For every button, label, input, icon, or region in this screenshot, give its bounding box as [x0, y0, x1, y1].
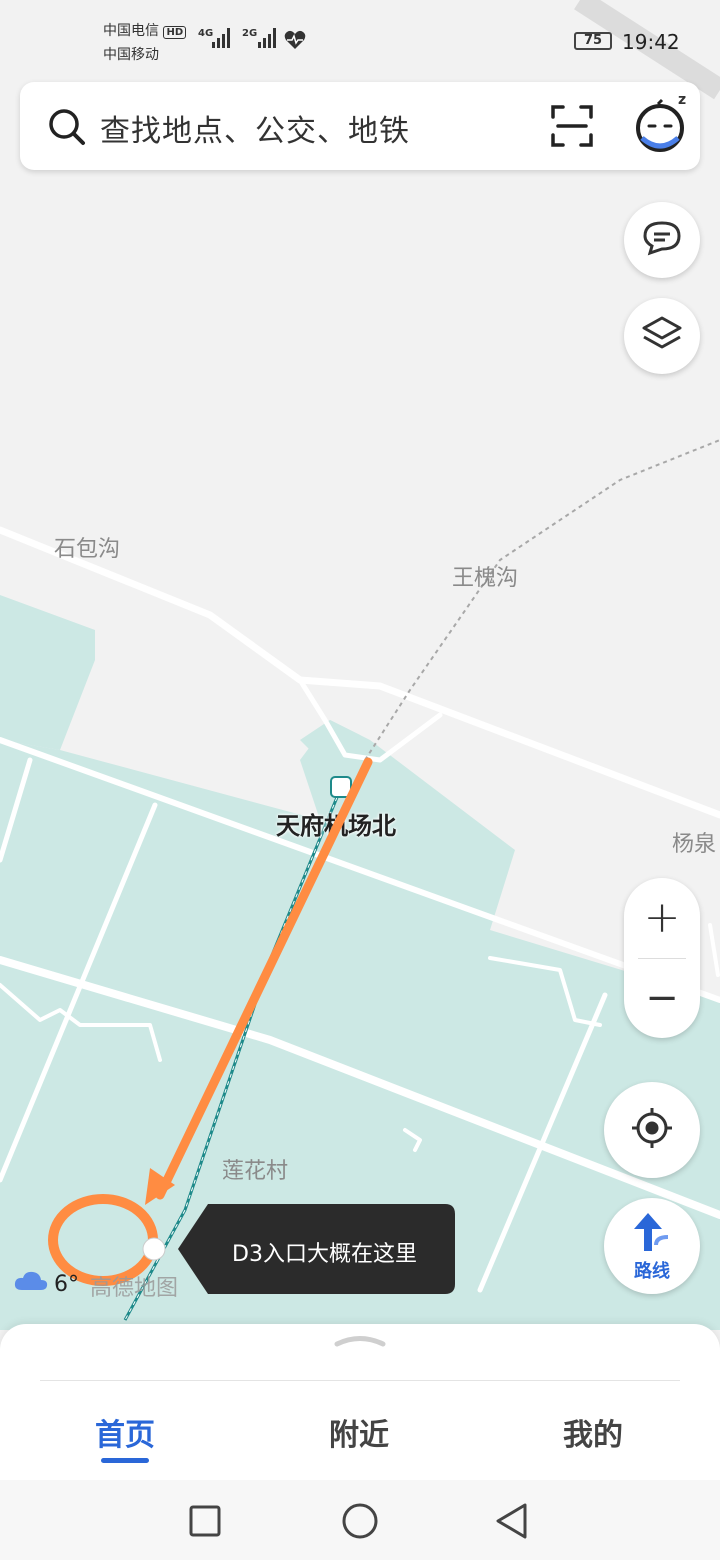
signal-2-icon [258, 28, 276, 48]
cloud-icon [14, 1270, 48, 1298]
route-label: 路线 [634, 1261, 670, 1282]
annotation-tooltip: D3入口大概在这里 [178, 1204, 455, 1294]
carrier-1: 中国电信 [103, 23, 159, 39]
carrier-2: 中国移动 [103, 47, 159, 63]
zoom-in-button[interactable]: + [624, 878, 700, 958]
status-bar: 中国电信 HD 中国移动 4G 2G 75 19:42 [0, 0, 720, 80]
battery-indicator: 75 [574, 32, 612, 50]
map-watermark: 高德地图 [90, 1276, 179, 1301]
route-button[interactable]: 路线 [604, 1198, 700, 1294]
message-button[interactable] [624, 202, 700, 278]
clock: 19:42 [622, 30, 680, 54]
locate-icon [630, 1106, 674, 1154]
triangle-back-icon[interactable] [494, 1502, 530, 1544]
system-nav-bar [0, 1480, 720, 1560]
assistant-sleep-badge: z [678, 92, 687, 108]
message-icon [642, 220, 682, 260]
hd-badge: HD [163, 26, 187, 39]
layers-icon [641, 315, 683, 357]
scan-icon[interactable] [550, 104, 594, 152]
carrier-info: 中国电信 HD 中国移动 [103, 20, 187, 66]
search-input[interactable]: 查找地点、公交、地铁 [100, 106, 410, 150]
square-icon[interactable] [188, 1504, 222, 1542]
sheet-divider [40, 1380, 680, 1381]
heart-rate-icon [284, 30, 306, 54]
annotation-text: D3入口大概在这里 [232, 1242, 417, 1267]
tab-mine[interactable]: 我的 [563, 1410, 623, 1454]
bottom-sheet[interactable]: 首页 附近 我的 [0, 1324, 720, 1480]
zoom-out-button[interactable]: − [624, 958, 700, 1038]
layers-button[interactable] [624, 298, 700, 374]
tab-nearby[interactable]: 附近 [329, 1410, 389, 1454]
weather-widget[interactable]: 6° [14, 1270, 79, 1298]
tab-home-underline [101, 1458, 149, 1463]
network-2-label: 2G [242, 28, 258, 39]
route-arrow-icon [630, 1209, 674, 1257]
circle-icon[interactable] [341, 1502, 379, 1544]
network-1-label: 4G [198, 28, 214, 39]
zoom-control: + − [624, 878, 700, 1038]
zoom-out-label: − [645, 975, 679, 1021]
locate-button[interactable] [604, 1082, 700, 1178]
signal-1-icon [212, 28, 230, 48]
zoom-in-label: + [643, 892, 681, 943]
sheet-handle-icon[interactable] [334, 1332, 386, 1351]
tab-home[interactable]: 首页 [95, 1410, 155, 1454]
weather-temp: 6° [54, 1271, 79, 1297]
search-bar[interactable]: 查找地点、公交、地铁 z [20, 82, 700, 170]
search-icon [48, 108, 86, 150]
